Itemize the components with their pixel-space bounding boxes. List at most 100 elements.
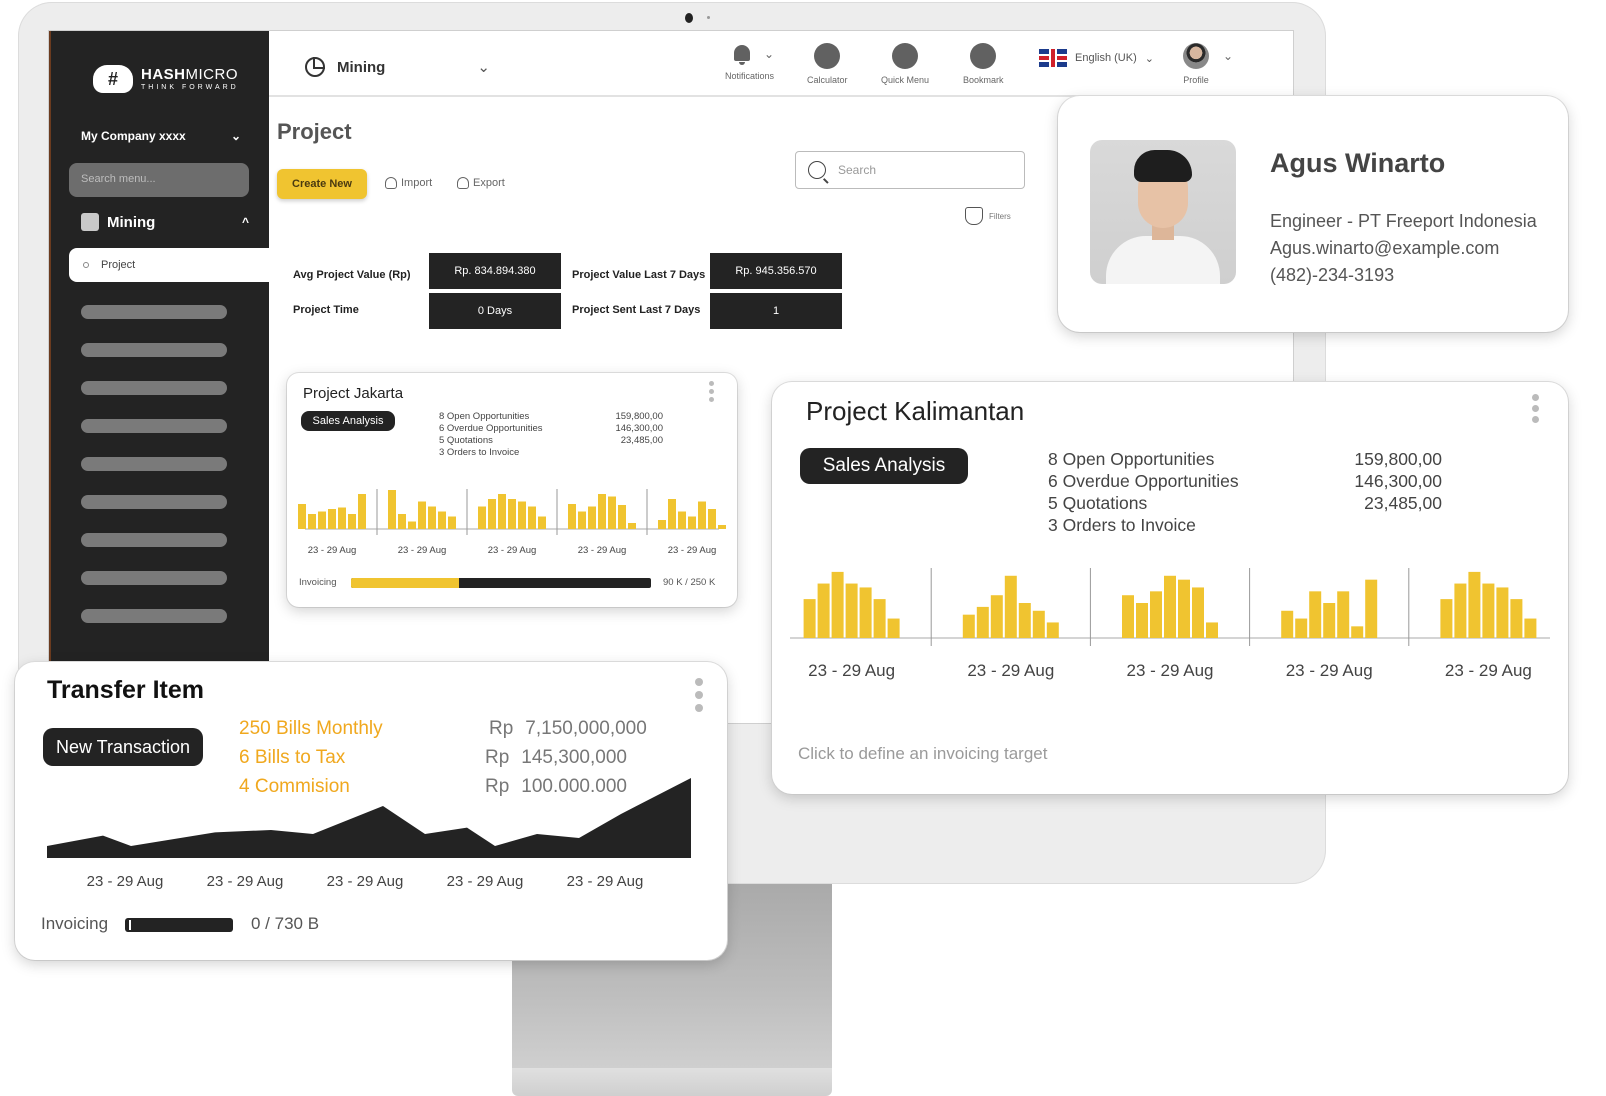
bar — [358, 494, 366, 529]
kpi-value-project-time: 0 Days — [429, 293, 561, 329]
bar — [1192, 587, 1204, 638]
transfer-row-value: 7,150,000,000 — [525, 718, 647, 739]
bar — [478, 506, 486, 529]
sidebar-module-mining[interactable]: Mining ^ — [81, 213, 249, 231]
kebab-menu-icon[interactable] — [709, 381, 714, 402]
module-label: Mining — [337, 58, 386, 76]
stat-label: 5 Quotations — [439, 435, 493, 446]
quick-menu-label: Quick Menu — [881, 75, 930, 85]
area-series — [47, 778, 691, 858]
bar — [338, 507, 346, 529]
pie-chart-icon — [305, 57, 325, 77]
stat-value: 159,800,00 — [615, 411, 663, 422]
bar — [859, 587, 872, 638]
x-tick-label: 23 - 29 Aug — [308, 545, 357, 556]
new-transaction-button[interactable]: New Transaction — [43, 728, 203, 766]
kebab-menu-icon[interactable] — [695, 678, 703, 712]
company-selector[interactable]: My Company xxxx ⌄ — [81, 129, 241, 143]
jakarta-bar-chart: 23 - 29 Aug 23 - 29 Aug 23 - 29 Aug 23 - 29… — [298, 489, 726, 556]
bar — [1351, 626, 1364, 638]
notifications-button[interactable]: ⌄ Notifications — [725, 43, 774, 81]
module-selector[interactable]: Mining ⌄ — [305, 57, 490, 77]
camera-icon — [685, 13, 693, 23]
sales-analysis-button[interactable]: Sales Analysis — [800, 448, 968, 484]
sidebar-placeholder-item[interactable] — [81, 571, 227, 585]
import-button[interactable]: Import — [385, 177, 432, 189]
calculator-button[interactable]: Calculator — [807, 43, 848, 85]
bar — [308, 514, 316, 529]
sidebar-placeholder-item[interactable] — [81, 343, 227, 357]
stat-value: 159,800,00 — [1354, 449, 1442, 469]
stat-value: 146,300,00 — [1354, 471, 1442, 491]
x-tick-label: 23 - 29 Aug — [1127, 661, 1214, 680]
filters-button[interactable]: Filters — [965, 207, 1011, 225]
bar — [598, 494, 606, 529]
sidebar-placeholder-item[interactable] — [81, 495, 227, 509]
bookmark-icon — [970, 43, 997, 69]
bar — [318, 511, 326, 529]
invoicing-value: 0 / 730 B — [251, 914, 320, 933]
stat-label: 8 Open Opportunities — [1048, 449, 1215, 469]
bar — [698, 501, 706, 529]
bar — [887, 618, 900, 638]
bar — [568, 504, 576, 529]
bar — [518, 501, 526, 529]
chevron-down-icon: ⌄ — [1223, 49, 1234, 63]
search-input[interactable]: Search — [795, 151, 1025, 189]
sidebar-placeholder-item[interactable] — [81, 381, 227, 395]
bar — [1482, 583, 1495, 638]
bar — [1206, 622, 1218, 638]
kpi-value-project-sent-7d: 1 — [710, 293, 842, 329]
invoicing-progress-fill — [351, 578, 459, 588]
transfer-area-chart: 23 - 29 Aug 23 - 29 Aug 23 - 29 Aug 23 - 29… — [47, 778, 691, 890]
stat-labels: 8 Open Opportunities 6 Overdue Opportuni… — [439, 411, 543, 459]
profile-email[interactable]: Agus.winarto@example.com — [1270, 235, 1537, 262]
profile-button[interactable]: ⌄ Profile — [1183, 43, 1233, 85]
bar — [1164, 575, 1176, 638]
bar — [498, 494, 506, 529]
chevron-down-icon: ⌄ — [230, 129, 241, 143]
language-selector[interactable]: English (UK) ⌄ — [1039, 49, 1154, 67]
profile-phone: (482)-234-3193 — [1270, 265, 1395, 285]
sidebar-placeholder-item[interactable] — [81, 533, 227, 547]
bar — [1046, 622, 1059, 638]
bar — [658, 520, 666, 529]
profile-role: Engineer - PT Freeport Indonesia — [1270, 211, 1537, 231]
logo[interactable]: # HASHMICRO THINK FORWARD — [93, 65, 239, 93]
invoicing-target-link[interactable]: Click to define an invoicing target — [798, 744, 1047, 764]
sidebar-item-project[interactable]: Project — [69, 248, 271, 282]
sidebar-placeholder-item[interactable] — [81, 609, 227, 623]
sidebar-search-input[interactable]: Search menu... — [69, 163, 249, 197]
stat-label: 3 Orders to Invoice — [1048, 515, 1196, 535]
bar — [328, 509, 336, 529]
export-label: Export — [473, 177, 505, 189]
bar — [803, 599, 816, 638]
sidebar-placeholder-item[interactable] — [81, 419, 227, 433]
kebab-menu-icon[interactable] — [1532, 394, 1539, 423]
export-button[interactable]: Export — [457, 177, 505, 189]
stat-value: 23,485,00 — [1364, 493, 1442, 513]
language-label: English (UK) — [1075, 52, 1137, 64]
bar — [608, 496, 616, 529]
sidebar-placeholder-item[interactable] — [81, 305, 227, 319]
bar — [1032, 610, 1045, 638]
create-new-button[interactable]: Create New — [277, 169, 367, 199]
invoicing-label: Invoicing — [299, 577, 337, 588]
stat-label: 6 Overdue Opportunities — [1048, 471, 1239, 491]
x-tick-label: 23 - 29 Aug — [398, 545, 447, 556]
sidebar-item-label: Project — [101, 259, 136, 271]
quick-menu-icon — [892, 43, 919, 69]
bar — [668, 499, 676, 529]
bar — [1150, 591, 1162, 638]
bookmark-button[interactable]: Bookmark — [963, 43, 1004, 85]
profile-details: Engineer - PT Freeport Indonesia Agus.wi… — [1270, 208, 1537, 289]
bar — [418, 501, 426, 529]
card-title: Project Kalimantan — [806, 396, 1025, 426]
bar — [873, 599, 886, 638]
bar — [398, 514, 406, 529]
sidebar-placeholder-item[interactable] — [81, 457, 227, 471]
company-name: My Company xxxx — [81, 129, 186, 143]
sales-analysis-button[interactable]: Sales Analysis — [301, 411, 395, 431]
quick-menu-button[interactable]: Quick Menu — [881, 43, 929, 85]
x-tick-label: 23 - 29 Aug — [668, 545, 717, 556]
